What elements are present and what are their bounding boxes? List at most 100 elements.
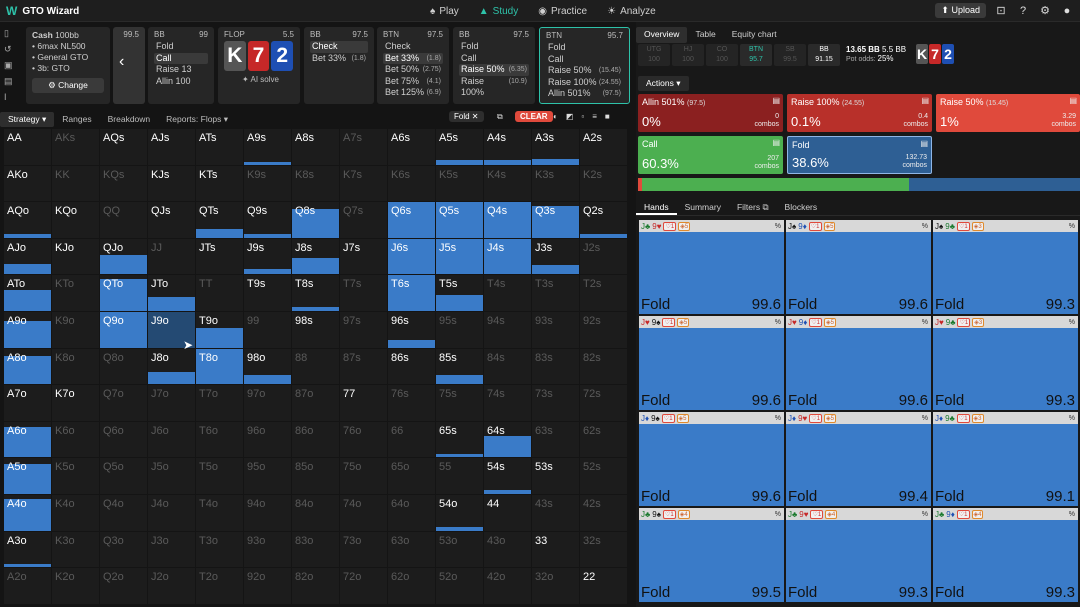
- hand-cell-q7s[interactable]: Q7s: [340, 202, 388, 239]
- tab-filters[interactable]: Filters ⧉: [729, 200, 777, 215]
- hand-cell-52o[interactable]: 52o: [436, 568, 484, 605]
- hand-cell-a6s[interactable]: A6s: [388, 129, 436, 166]
- history-icon[interactable]: ↺: [4, 44, 20, 55]
- position-chip-hj[interactable]: HJ 100: [672, 44, 704, 66]
- hand-cell-84s[interactable]: 84s: [484, 348, 532, 386]
- action-box-call[interactable]: Call 60.3% 207 combos ▤: [638, 136, 783, 174]
- hand-cell-a7o[interactable]: A7o: [4, 385, 52, 422]
- hand-cell-q5s[interactable]: Q5s: [436, 202, 484, 239]
- upload-button[interactable]: ⬆ Upload: [935, 3, 986, 18]
- action-option[interactable]: Check: [383, 41, 443, 53]
- hand-cell-j3s[interactable]: J3s: [532, 238, 580, 276]
- hand-cell-j6o[interactable]: J6o: [148, 421, 196, 459]
- hand-cell-qts[interactable]: QTs: [196, 202, 244, 239]
- hand-cell-62o[interactable]: 62o: [388, 568, 436, 605]
- tab-overview[interactable]: Overview: [636, 27, 688, 43]
- back-nav-card[interactable]: 99.5 ‹: [113, 27, 145, 104]
- action-option[interactable]: Raise 13: [154, 64, 208, 76]
- action-option[interactable]: Bet 33% (1.8): [310, 53, 368, 65]
- hand-cell-k9o[interactable]: K9o: [52, 311, 100, 349]
- hand-cell-q4s[interactable]: Q4s: [484, 202, 532, 239]
- hand-cell-94o[interactable]: 94o: [244, 494, 292, 532]
- action-option[interactable]: Raise 50% (15.45): [546, 65, 623, 77]
- nav-play[interactable]: ♠ Play: [420, 0, 469, 22]
- hand-cell-t8o[interactable]: T8o: [196, 348, 244, 386]
- tab-reports[interactable]: Reports: Flops ▾: [158, 114, 236, 125]
- hand-cell-43s[interactable]: 43s: [532, 494, 580, 532]
- hand-cell-42o[interactable]: 42o: [484, 568, 532, 605]
- action-option[interactable]: Fold: [459, 41, 529, 53]
- action-option[interactable]: Raise 100% (24.55): [546, 77, 623, 89]
- hand-cell-k6o[interactable]: K6o: [52, 421, 100, 459]
- hand-cell-t2s[interactable]: T2s: [580, 275, 628, 312]
- bookmark-icon[interactable]: ▯: [4, 28, 20, 39]
- action-option[interactable]: Call: [546, 54, 623, 66]
- folder-icon[interactable]: ▤: [4, 76, 20, 87]
- nav-analyze[interactable]: ☀ Analyze: [597, 0, 666, 22]
- hand-combo-cell[interactable]: J♣ 9♥ ♡1 ◈5% Fold 99.6: [638, 219, 785, 315]
- hand-cell-87o[interactable]: 87o: [292, 385, 340, 422]
- hand-cell-44[interactable]: 44: [484, 494, 532, 532]
- hand-cell-t6s[interactable]: T6s: [388, 275, 436, 312]
- hand-cell-k8s[interactable]: K8s: [292, 165, 340, 203]
- hand-combo-cell[interactable]: J♥ 9♣ ♡1 ◈3% Fold 99.3: [932, 315, 1079, 411]
- hand-cell-kts[interactable]: KTs: [196, 165, 244, 203]
- tab-strategy[interactable]: Strategy ▾: [0, 111, 55, 127]
- hand-cell-q3s[interactable]: Q3s: [532, 202, 580, 239]
- action-box-allin-501-[interactable]: Allin 501% (97.5) 0% 0 combos ▤: [638, 94, 783, 132]
- hand-cell-72o[interactable]: 72o: [340, 568, 388, 605]
- hand-cell-k2o[interactable]: K2o: [52, 568, 100, 605]
- hand-cell-a3o[interactable]: A3o: [4, 531, 52, 569]
- hand-cell-22[interactable]: 22: [580, 568, 628, 605]
- expand-icon[interactable]: ▤: [920, 139, 928, 148]
- hand-cell-t5s[interactable]: T5s: [436, 275, 484, 312]
- hand-combo-cell[interactable]: J♦ 9♠ ♡1 ◈5% Fold 99.6: [638, 411, 785, 507]
- hand-cell-q4o[interactable]: Q4o: [100, 494, 148, 532]
- hand-cell-96s[interactable]: 96s: [388, 311, 436, 349]
- hand-cell-66[interactable]: 66: [388, 421, 436, 459]
- hand-cell-65s[interactable]: 65s: [436, 421, 484, 459]
- hand-cell-t9o[interactable]: T9o: [196, 311, 244, 349]
- hand-cell-k5s[interactable]: K5s: [436, 165, 484, 203]
- hand-cell-qto[interactable]: QTo: [100, 275, 148, 312]
- hand-combo-cell[interactable]: J♣ 9♥ ♡1 ◈4% Fold 99.3: [785, 507, 932, 603]
- hand-cell-j6s[interactable]: J6s: [388, 238, 436, 276]
- gear-icon[interactable]: ⚙: [1038, 4, 1052, 18]
- hand-cell-j5s[interactable]: J5s: [436, 238, 484, 276]
- square-view-icon[interactable]: ■: [605, 112, 610, 121]
- chevron-left-icon[interactable]: ‹: [119, 53, 139, 71]
- hand-cell-87s[interactable]: 87s: [340, 348, 388, 386]
- action-option[interactable]: Check: [310, 41, 368, 53]
- hand-cell-a8o[interactable]: A8o: [4, 348, 52, 386]
- tab-summary[interactable]: Summary: [677, 200, 729, 215]
- hand-cell-k3s[interactable]: K3s: [532, 165, 580, 203]
- save-icon[interactable]: ▣: [4, 60, 20, 71]
- hand-combo-cell[interactable]: J♥ 9♠ ♡1 ◈5% Fold 99.6: [638, 315, 785, 411]
- copy-icon[interactable]: ⧉: [497, 112, 503, 122]
- hand-cell-q2o[interactable]: Q2o: [100, 568, 148, 605]
- hand-cell-t4s[interactable]: T4s: [484, 275, 532, 312]
- hand-cell-q6o[interactable]: Q6o: [100, 421, 148, 459]
- hand-cell-83s[interactable]: 83s: [532, 348, 580, 386]
- hand-cell-aqo[interactable]: AQo: [4, 202, 52, 239]
- hand-cell-t4o[interactable]: T4o: [196, 494, 244, 532]
- hand-cell-j9s[interactable]: J9s: [244, 238, 292, 276]
- hand-cell-a4s[interactable]: A4s: [484, 129, 532, 166]
- split-view-icon[interactable]: ◩: [566, 112, 574, 121]
- action-option[interactable]: Allin 501% (97.5): [546, 88, 623, 100]
- hand-cell-k7o[interactable]: K7o: [52, 385, 100, 422]
- hand-cell-84o[interactable]: 84o: [292, 494, 340, 532]
- hand-cell-75o[interactable]: 75o: [340, 458, 388, 495]
- hand-cell-jj[interactable]: JJ: [148, 238, 196, 276]
- position-chip-utg[interactable]: UTG 100: [638, 44, 670, 66]
- hand-cell-54s[interactable]: 54s: [484, 458, 532, 495]
- hand-cell-q5o[interactable]: Q5o: [100, 458, 148, 495]
- hand-cell-j8o[interactable]: J8o: [148, 348, 196, 386]
- hand-cell-j8s[interactable]: J8s: [292, 238, 340, 276]
- hand-cell-q9o[interactable]: Q9o: [100, 311, 148, 349]
- hand-cell-aks[interactable]: AKs: [52, 129, 100, 166]
- nav-practice[interactable]: ◉ Practice: [528, 0, 597, 22]
- hand-cell-ajs[interactable]: AJs: [148, 129, 196, 166]
- hand-cell-j4s[interactable]: J4s: [484, 238, 532, 276]
- tab-equity-chart[interactable]: Equity chart: [724, 27, 785, 43]
